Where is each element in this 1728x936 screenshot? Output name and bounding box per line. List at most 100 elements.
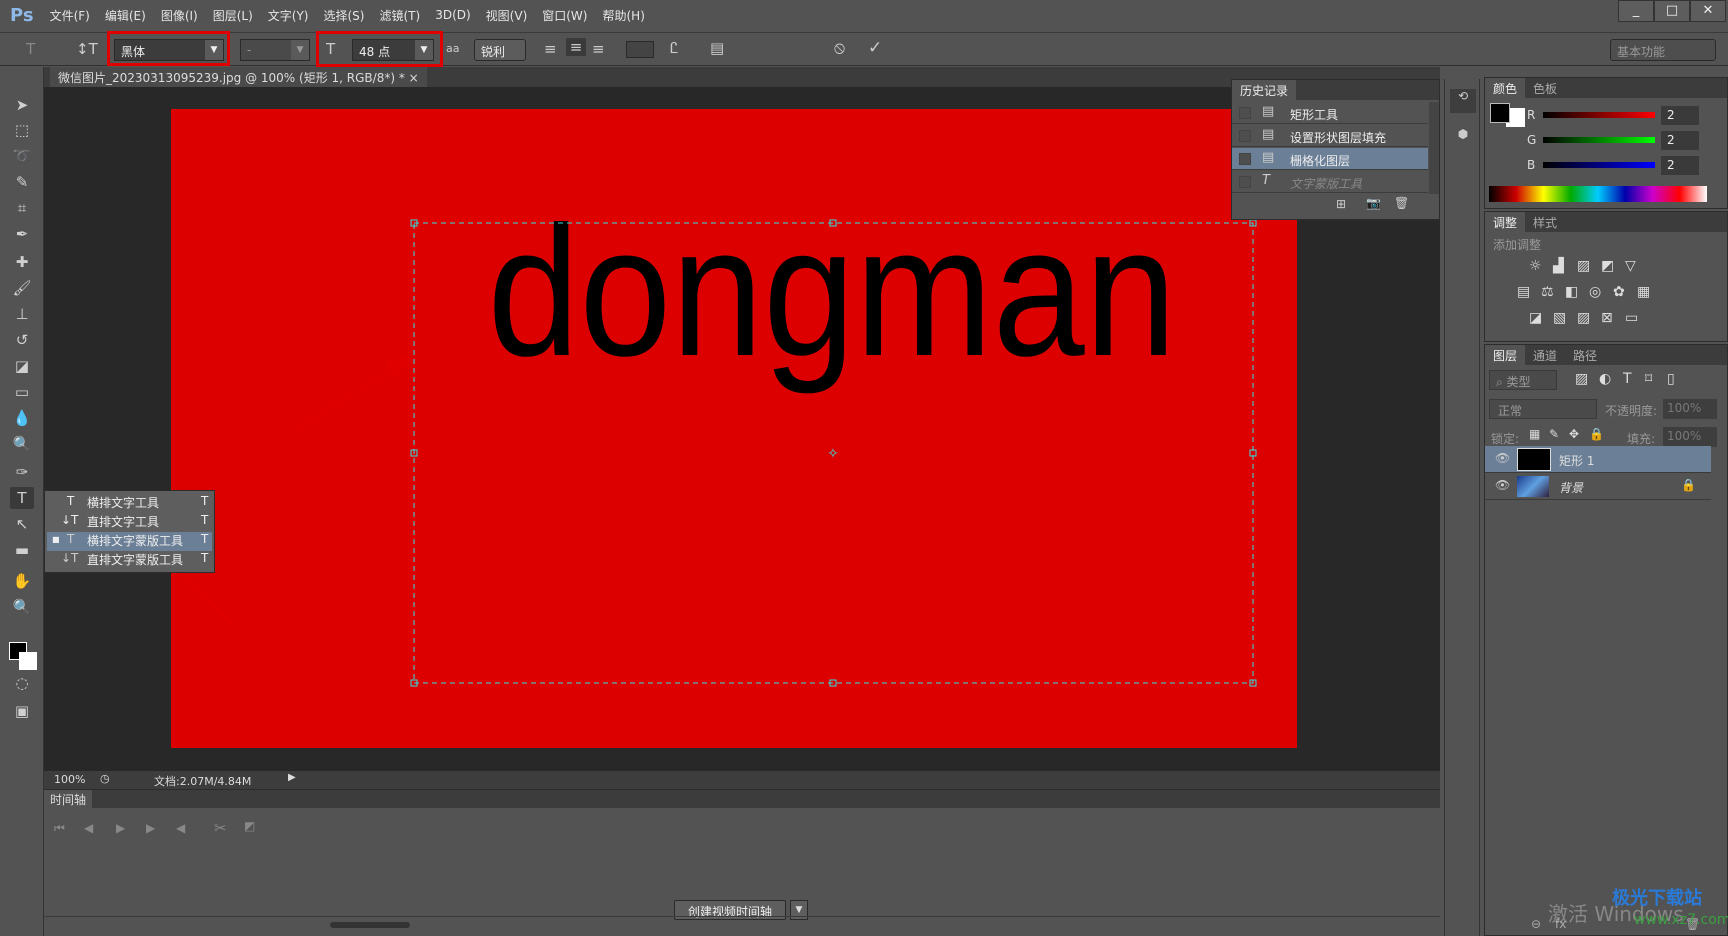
invert-icon[interactable]: ◪ bbox=[1529, 310, 1542, 326]
channel-label: R bbox=[1527, 108, 1536, 122]
lock-all-icon[interactable]: 🔒 bbox=[1589, 427, 1604, 441]
opacity-field[interactable]: 100% bbox=[1663, 399, 1717, 419]
history-panel-icon[interactable]: ⟲ bbox=[1450, 89, 1476, 113]
layer-name[interactable]: 背景 bbox=[1559, 479, 1583, 496]
play-icon[interactable]: ▶ bbox=[116, 821, 125, 835]
color-balance-icon[interactable]: ⚖ bbox=[1541, 284, 1554, 300]
reference-point-icon: ✧ bbox=[827, 446, 839, 462]
vibrance-icon[interactable]: ▽ bbox=[1625, 258, 1636, 274]
adjustment-filter-icon[interactable]: ◐ bbox=[1599, 371, 1611, 387]
site-url: www.xz7.com bbox=[1634, 912, 1728, 928]
audio-icon[interactable]: ◀ bbox=[176, 821, 185, 835]
shape-filter-icon[interactable]: ⌑ bbox=[1645, 371, 1652, 387]
layers-panel: 图层 通道 路径 ⌕ 类型 ▨ ◐ T ⌑ ▯ 正常 不透明度: 100% 锁定: … bbox=[1484, 344, 1728, 936]
type-icon: T bbox=[1262, 173, 1270, 188]
timeline-tab[interactable]: 时间轴 bbox=[44, 790, 93, 809]
3d-panel-icon[interactable]: ⬢ bbox=[1450, 127, 1476, 151]
document-size: 文档:2.07M/4.84M bbox=[154, 775, 252, 788]
layer-filter-select[interactable]: ⌕ 类型 bbox=[1489, 370, 1557, 390]
tab-adjustments[interactable]: 调整 bbox=[1485, 212, 1526, 232]
clock-icon: ◷ bbox=[100, 772, 110, 785]
fill-field[interactable]: 100% bbox=[1663, 427, 1717, 447]
red-value[interactable]: 2 bbox=[1661, 106, 1699, 125]
visibility-eye-icon[interactable]: 👁 bbox=[1495, 451, 1510, 465]
channel-mixer-icon[interactable]: ✿ bbox=[1613, 284, 1625, 300]
blend-mode-value: 正常 bbox=[1498, 404, 1523, 418]
tab-styles[interactable]: 样式 bbox=[1525, 212, 1565, 232]
curves-icon[interactable]: ▨ bbox=[1577, 258, 1590, 274]
transition-icon[interactable]: ◩ bbox=[244, 819, 255, 833]
history-item[interactable]: ▤ 设置形状图层填充 bbox=[1232, 125, 1428, 147]
opacity-label: 不透明度: bbox=[1605, 404, 1658, 418]
tab-swatches[interactable]: 色板 bbox=[1525, 78, 1565, 98]
first-frame-icon[interactable]: ⏮ bbox=[54, 821, 65, 836]
tab-color[interactable]: 颜色 bbox=[1485, 78, 1526, 98]
smart-object-filter-icon[interactable]: ▯ bbox=[1667, 371, 1675, 387]
history-item[interactable]: ▤ 矩形工具 bbox=[1232, 102, 1428, 124]
visibility-eye-icon[interactable]: 👁 bbox=[1495, 478, 1510, 492]
new-document-icon[interactable]: ⊞ bbox=[1336, 197, 1346, 211]
fill-label: 填充: bbox=[1627, 432, 1656, 446]
selective-color-icon[interactable]: ⊠ bbox=[1601, 310, 1613, 326]
trash-icon[interactable]: 🗑 bbox=[1394, 196, 1409, 210]
type-tool-flyout: T 横排文字工具 T ↓T 直排文字工具 T ■ T 横排文字蒙版工具 T ↓T 直排文字蒙版工… bbox=[44, 490, 215, 573]
shortcut-key: T bbox=[201, 513, 209, 527]
tab-layers[interactable]: 图层 bbox=[1485, 345, 1526, 365]
flyout-label: 横排文字蒙版工具 bbox=[87, 534, 184, 548]
status-menu-arrow-icon[interactable]: ▶ bbox=[288, 772, 296, 783]
flyout-vertical-type[interactable]: ↓T 直排文字工具 T bbox=[47, 513, 212, 532]
snapshot-camera-icon[interactable]: 📷 bbox=[1366, 196, 1381, 210]
site-logo-text: 极光下载站 bbox=[1612, 888, 1702, 909]
history-scrollbar[interactable] bbox=[1429, 102, 1439, 194]
blue-slider[interactable] bbox=[1543, 162, 1655, 168]
red-slider[interactable] bbox=[1543, 112, 1655, 118]
history-item[interactable]: ▤ 栅格化图层 bbox=[1232, 148, 1428, 170]
blue-value[interactable]: 2 bbox=[1661, 156, 1699, 175]
brightness-icon[interactable]: ☼ bbox=[1529, 258, 1542, 274]
history-tab[interactable]: 历史记录 bbox=[1232, 80, 1297, 100]
collapsed-panel-column: ⟲ ⬢ bbox=[1444, 79, 1480, 936]
lock-pixels-icon[interactable]: ✎ bbox=[1549, 427, 1559, 441]
flyout-horizontal-type-mask[interactable]: ■ T 横排文字蒙版工具 T bbox=[47, 532, 212, 551]
black-white-icon[interactable]: ◧ bbox=[1565, 284, 1578, 300]
type-filter-icon[interactable]: T bbox=[1623, 371, 1632, 387]
shortcut-key: T bbox=[201, 494, 209, 508]
layer-row[interactable]: 👁 背景 🔒 bbox=[1485, 473, 1711, 500]
flyout-horizontal-type[interactable]: T 横排文字工具 T bbox=[47, 494, 212, 513]
foreground-swatch[interactable] bbox=[1490, 103, 1510, 123]
layer-thumbnail bbox=[1517, 448, 1551, 471]
history-label: 设置形状图层填充 bbox=[1290, 131, 1387, 145]
next-frame-icon[interactable]: ▶ bbox=[146, 821, 155, 835]
zoom-level[interactable]: 100% bbox=[54, 773, 85, 786]
tab-channels[interactable]: 通道 bbox=[1525, 345, 1565, 365]
lock-position-icon[interactable]: ✥ bbox=[1569, 427, 1579, 441]
flyout-label: 横排文字工具 bbox=[87, 496, 160, 510]
split-icon[interactable]: ✂ bbox=[214, 819, 227, 837]
gradient-map-icon[interactable]: ▭ bbox=[1625, 310, 1638, 326]
channel-label: G bbox=[1527, 133, 1537, 147]
color-spectrum[interactable] bbox=[1489, 186, 1707, 202]
layer-row[interactable]: 👁 矩形 1 bbox=[1485, 446, 1711, 473]
green-slider[interactable] bbox=[1543, 137, 1655, 143]
photo-filter-icon[interactable]: ◎ bbox=[1589, 284, 1601, 300]
posterize-icon[interactable]: ▧ bbox=[1553, 310, 1566, 326]
lock-label: 锁定: bbox=[1491, 432, 1520, 446]
pixel-filter-icon[interactable]: ▨ bbox=[1575, 371, 1588, 387]
status-bar: 100% ◷ 文档:2.07M/4.84M ▶ bbox=[44, 771, 1440, 789]
type-mask-icon: T bbox=[67, 532, 75, 546]
history-item[interactable]: T 文字蒙版工具 bbox=[1232, 171, 1428, 193]
tab-paths[interactable]: 路径 bbox=[1565, 345, 1605, 365]
exposure-icon[interactable]: ◩ bbox=[1601, 258, 1614, 274]
flyout-vertical-type-mask[interactable]: ↓T 直排文字蒙版工具 T bbox=[47, 551, 212, 570]
timeline-zoom-slider[interactable] bbox=[330, 922, 410, 928]
color-lookup-icon[interactable]: ▦ bbox=[1637, 284, 1650, 300]
lock-transparent-icon[interactable]: ▦ bbox=[1529, 427, 1540, 441]
green-value[interactable]: 2 bbox=[1661, 131, 1699, 150]
levels-icon[interactable]: ▟ bbox=[1553, 258, 1564, 274]
link-layers-icon[interactable]: ⊖ bbox=[1531, 917, 1541, 931]
layer-name[interactable]: 矩形 1 bbox=[1559, 452, 1594, 469]
blend-mode-select[interactable]: 正常 bbox=[1489, 399, 1597, 419]
prev-frame-icon[interactable]: ◀ bbox=[84, 821, 93, 835]
hue-saturation-icon[interactable]: ▤ bbox=[1517, 284, 1530, 300]
threshold-icon[interactable]: ▨ bbox=[1577, 310, 1590, 326]
